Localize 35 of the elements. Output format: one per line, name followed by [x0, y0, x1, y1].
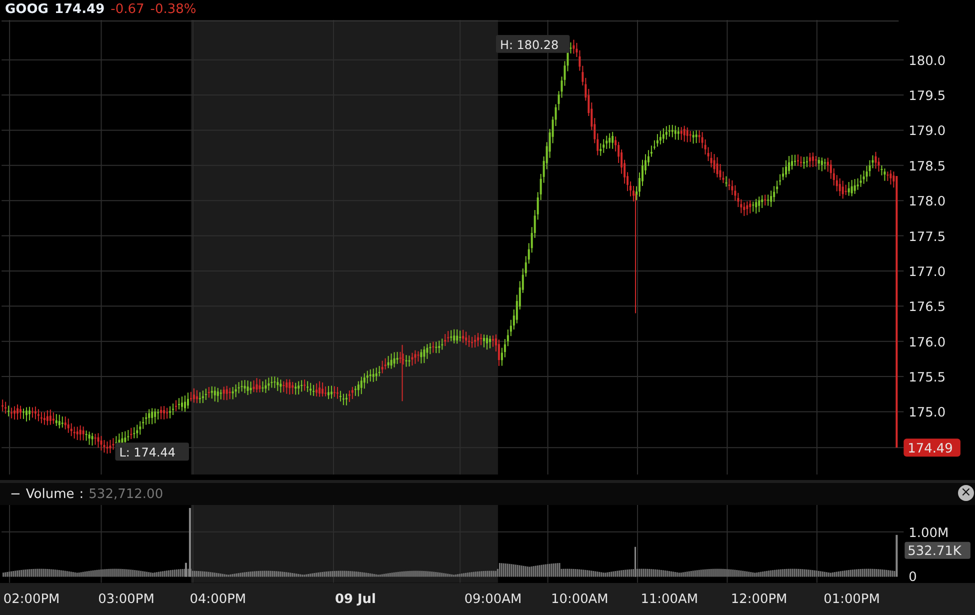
ticker-symbol: GOOG — [5, 2, 48, 18]
low-marker: L: 174.44 — [115, 442, 189, 460]
time-axis-label: 04:00PM — [190, 592, 246, 608]
time-axis-label: 01:00PM — [824, 592, 880, 608]
volume-axis-label: 1.00M — [908, 526, 949, 542]
label-separator: : — [79, 486, 84, 502]
last-volume-badge: 532.71K — [904, 542, 970, 560]
time-axis-label: 02:00PM — [3, 592, 60, 608]
high-marker: H: 180.28 — [496, 34, 570, 53]
price-axis-label: 178.0 — [908, 194, 946, 210]
price-axis-label: 177.0 — [908, 264, 946, 280]
price-axis-label: 178.5 — [908, 159, 946, 174]
price-change: -0.67 — [110, 2, 144, 18]
volume-axis-label: 0 — [908, 570, 917, 584]
date-axis-label: 09 Jul — [334, 592, 376, 608]
price-axis-label: 179.5 — [908, 88, 946, 104]
volume-label: Volume — [26, 486, 74, 502]
collapse-toggle[interactable]: − — [10, 486, 21, 502]
time-axis-label: 11:00AM — [640, 592, 698, 608]
time-axis-label: 10:00AM — [551, 592, 608, 608]
price-axis-label: 175.5 — [908, 370, 946, 386]
last-price-badge: 174.49 — [904, 438, 960, 457]
price-axis-label: 179.0 — [908, 124, 946, 140]
last-price: 174.49 — [54, 2, 105, 18]
price-axis-label: 180.0 — [908, 54, 946, 69]
price-axis-label: 177.5 — [908, 230, 946, 245]
price-axis-label: 176.5 — [908, 300, 946, 316]
price-axis-label: 176.0 — [908, 335, 946, 350]
time-axis-label: 12:00PM — [730, 592, 788, 608]
price-axis-label: 175.0 — [908, 406, 946, 421]
time-axis-label: 09:00AM — [464, 592, 522, 608]
time-axis-label: 03:00PM — [98, 592, 154, 608]
percent-change: -0.38% — [150, 2, 196, 18]
close-button[interactable]: × — [958, 485, 974, 502]
volume-value: 532,712.00 — [88, 486, 164, 502]
